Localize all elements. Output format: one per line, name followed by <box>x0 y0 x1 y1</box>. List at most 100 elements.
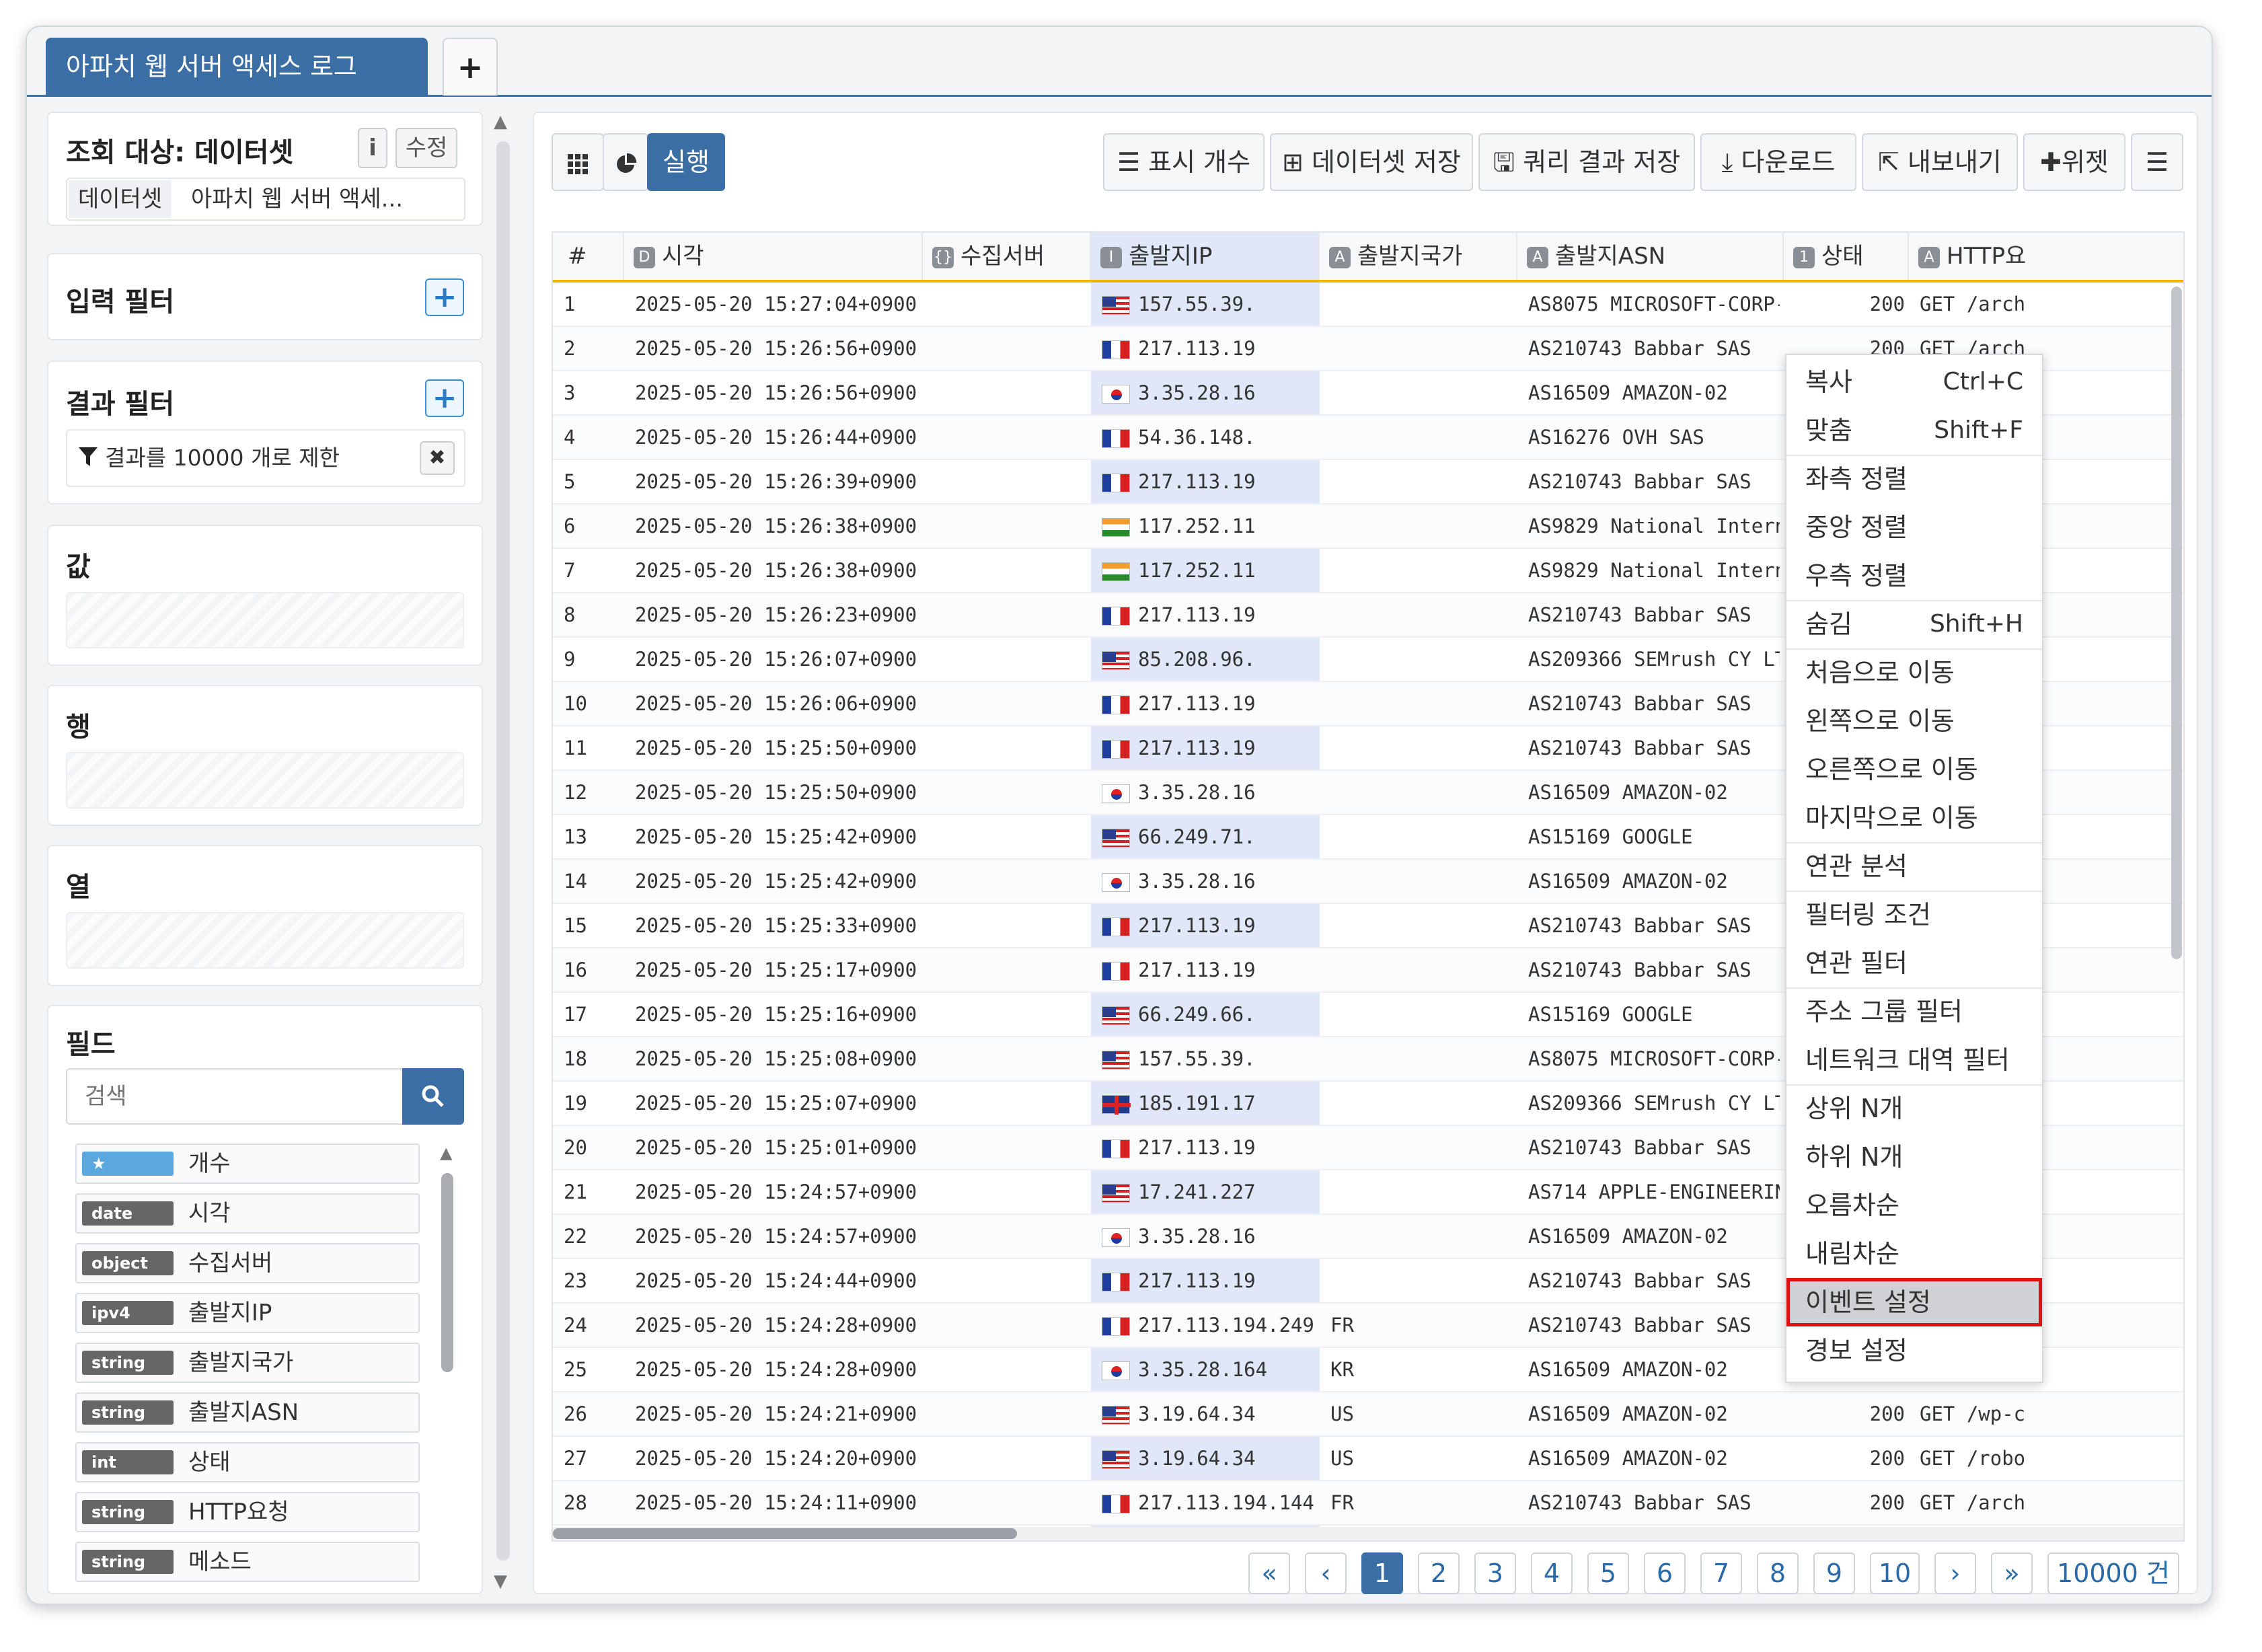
field-item[interactable]: string 출발지국가 <box>75 1343 420 1383</box>
export-button[interactable]: ⇱ 내보내기 <box>1862 133 2018 191</box>
column-header-label: # <box>568 243 587 270</box>
table-cell: AS16509 AMAZON-02 <box>1528 870 1728 893</box>
table-cell: 217.113.194.249 <box>1102 1304 1316 1347</box>
sidebar-scrollbar[interactable]: ▲ ▼ <box>491 112 514 1594</box>
column-header[interactable]: # <box>553 233 624 280</box>
scroll-down-arrow[interactable]: ▼ <box>494 1571 507 1591</box>
menu-item-label: 필터링 조건 <box>1805 900 1931 930</box>
grid-horizontal-scrollbar[interactable] <box>553 1527 2183 1540</box>
menu-item[interactable]: 처음으로 이동 <box>1786 648 2042 697</box>
ip-text: 217.113.19 <box>1138 337 1256 360</box>
display-count-button[interactable]: ☰ 표시 개수 <box>1103 133 1265 191</box>
download-button[interactable]: ⤓ 다운로드 <box>1700 133 1856 191</box>
menu-button[interactable]: ☰ <box>2131 133 2183 191</box>
last-page-button[interactable]: » <box>1991 1552 2033 1594</box>
table-cell: 17 <box>564 1003 587 1026</box>
info-button[interactable]: i <box>358 128 387 168</box>
column-type-icon: A <box>1329 246 1351 268</box>
add-input-filter-button[interactable]: + <box>425 278 464 316</box>
value-dropzone[interactable] <box>66 592 464 648</box>
menu-item[interactable]: 숨김 Shift+H <box>1786 600 2042 648</box>
column-header[interactable]: A 출발지국가 <box>1320 233 1517 280</box>
menu-item[interactable]: 필터링 조건 <box>1786 891 2042 939</box>
flag-icon <box>1102 1361 1130 1380</box>
column-header[interactable]: I 출발지IP <box>1091 233 1320 280</box>
field-item[interactable]: ★ 개수 <box>75 1143 420 1184</box>
grid-vertical-scrollbar[interactable] <box>2171 287 2182 959</box>
menu-item[interactable]: 연관 필터 <box>1786 939 2042 987</box>
page-button[interactable]: 10 <box>1870 1552 1920 1594</box>
menu-item[interactable]: 우측 정렬 <box>1786 552 2042 600</box>
prev-page-button[interactable]: ‹ <box>1305 1552 1347 1594</box>
page-button[interactable]: 4 <box>1531 1552 1573 1594</box>
field-item[interactable]: string HTTP요청 <box>75 1492 420 1532</box>
save-query-button[interactable]: 🖫 쿼리 결과 저장 <box>1478 133 1695 191</box>
menu-item[interactable]: 내림차순 <box>1786 1230 2042 1278</box>
column-header[interactable]: A 출발지ASN <box>1517 233 1784 280</box>
ip-text: 66.249.66. <box>1138 1003 1256 1026</box>
page-button[interactable]: 8 <box>1757 1552 1799 1594</box>
save-dataset-button[interactable]: ⊞ 데이터셋 저장 <box>1270 133 1473 191</box>
field-search-button[interactable] <box>402 1068 464 1125</box>
next-page-button[interactable]: › <box>1934 1552 1976 1594</box>
menu-item[interactable]: 좌측 정렬 <box>1786 455 2042 503</box>
menu-item[interactable]: 경보 설정 <box>1786 1326 2042 1375</box>
page-button[interactable]: 6 <box>1644 1552 1686 1594</box>
flag-icon <box>1102 1139 1130 1158</box>
menu-item[interactable]: 중앙 정렬 <box>1786 503 2042 552</box>
grid-view-button[interactable] <box>552 133 604 191</box>
field-item[interactable]: object 수집서버 <box>75 1243 420 1283</box>
column-header[interactable]: A HTTP요 <box>1909 233 2183 280</box>
page-button[interactable]: 3 <box>1474 1552 1516 1594</box>
menu-item-event-setting[interactable]: 이벤트 설정 <box>1786 1278 2042 1326</box>
menu-item[interactable]: 하위 N개 <box>1786 1133 2042 1181</box>
field-item[interactable]: int 상태 <box>75 1442 420 1482</box>
page-button[interactable]: 9 <box>1813 1552 1855 1594</box>
row-dropzone[interactable] <box>66 752 464 809</box>
menu-item[interactable]: 상위 N개 <box>1786 1084 2042 1133</box>
table-row[interactable]: 27 2025-05-20 15:24:20+0900 3.19.64.34 US AS… <box>553 1437 2183 1481</box>
edit-button[interactable]: 수정 <box>395 128 457 168</box>
table-cell <box>1330 993 1513 1036</box>
menu-item[interactable]: 주소 그룹 필터 <box>1786 987 2042 1036</box>
menu-item[interactable]: 연관 분석 <box>1786 842 2042 891</box>
page-button[interactable]: 5 <box>1587 1552 1629 1594</box>
tab-apache-log[interactable]: 아파치 웹 서버 액세스 로그 <box>46 38 428 96</box>
menu-item[interactable]: 오름차순 <box>1786 1181 2042 1230</box>
table-row[interactable]: 28 2025-05-20 15:24:11+0900 217.113.194.14… <box>553 1481 2183 1526</box>
page-button[interactable]: 1 <box>1361 1552 1403 1594</box>
run-button[interactable]: 실행 <box>647 133 725 191</box>
field-search-input[interactable] <box>66 1068 404 1125</box>
menu-item[interactable]: 네트워크 대역 필터 <box>1786 1036 2042 1084</box>
menu-item[interactable]: 복사 Ctrl+C <box>1786 358 2042 406</box>
chart-view-button[interactable] <box>603 133 648 191</box>
column-header[interactable]: D 시각 <box>624 233 923 280</box>
field-list-scrollbar[interactable]: ▲ <box>437 1143 457 1587</box>
menu-item[interactable]: 마지막으로 이동 <box>1786 794 2042 842</box>
column-header[interactable]: 1 상태 <box>1784 233 1909 280</box>
menu-item[interactable]: 맞춤 Shift+F <box>1786 406 2042 455</box>
scroll-up-arrow[interactable]: ▲ <box>494 112 507 132</box>
column-header[interactable]: {} 수집서버 <box>923 233 1091 280</box>
table-cell: 185.191.17 <box>1102 1082 1316 1125</box>
widget-button[interactable]: ✚위젯 <box>2023 133 2125 191</box>
remove-filter-button[interactable]: ✖ <box>420 441 455 475</box>
field-item[interactable]: date 시각 <box>75 1193 420 1234</box>
flag-icon <box>1102 296 1130 315</box>
dataset-selector[interactable]: 데이터셋 아파치 웹 서버 액세... <box>66 178 465 221</box>
page-button[interactable]: 2 <box>1418 1552 1460 1594</box>
field-item[interactable]: string 출발지ASN <box>75 1392 420 1433</box>
page-button[interactable]: 7 <box>1700 1552 1742 1594</box>
table-row[interactable]: 26 2025-05-20 15:24:21+0900 3.19.64.34 US AS… <box>553 1392 2183 1437</box>
menu-item[interactable]: 왼쪽으로 이동 <box>1786 697 2042 745</box>
column-dropzone[interactable] <box>66 912 464 969</box>
menu-item[interactable]: 오른쪽으로 이동 <box>1786 745 2042 794</box>
field-item[interactable]: string 메소드 <box>75 1542 420 1582</box>
ip-text: 3.35.28.16 <box>1138 1225 1256 1248</box>
add-result-filter-button[interactable]: + <box>425 379 464 417</box>
add-tab-button[interactable]: + <box>443 38 498 96</box>
first-page-button[interactable]: « <box>1248 1552 1290 1594</box>
field-item[interactable]: ipv4 출발지IP <box>75 1293 420 1333</box>
table-row[interactable]: 1 2025-05-20 15:27:04+0900 157.55.39. AS807… <box>553 283 2183 327</box>
table-cell: AS15169 GOOGLE <box>1528 825 1693 848</box>
